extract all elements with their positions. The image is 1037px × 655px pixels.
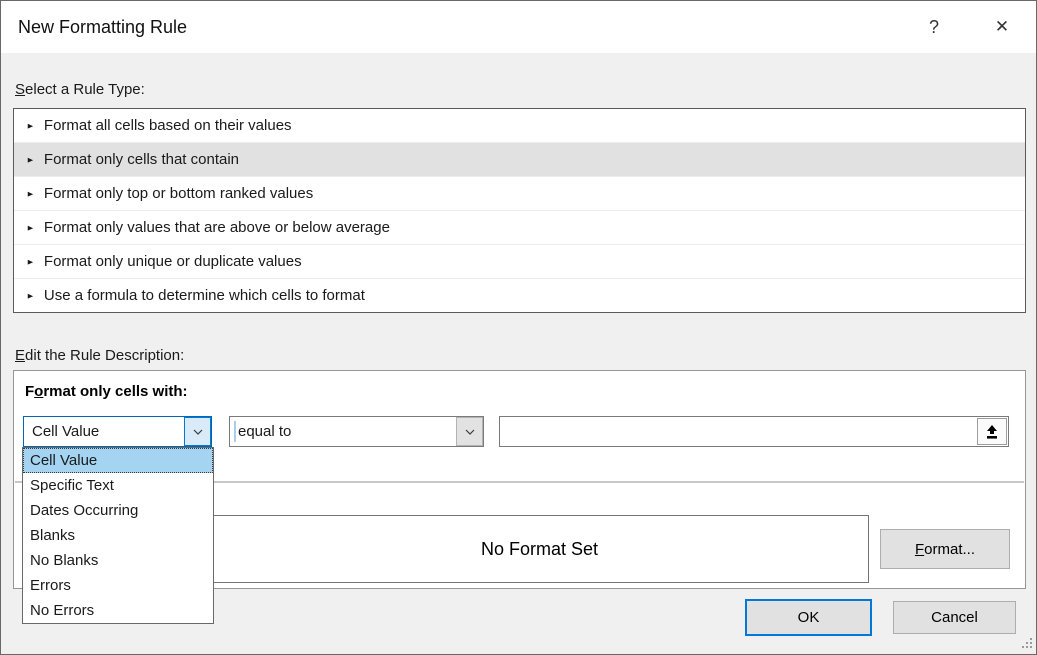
- new-formatting-rule-dialog: New Formatting Rule ? ✕ Select a Rule Ty…: [0, 0, 1037, 655]
- resize-grip-icon[interactable]: [1020, 637, 1033, 650]
- rule-type-label: Format only values that are above or bel…: [44, 219, 390, 236]
- cell-value-dropdown-value: Cell Value: [24, 423, 184, 440]
- arrow-bullet-icon: ►: [26, 223, 35, 232]
- dropdown-option[interactable]: Specific Text: [23, 473, 213, 498]
- dropdown-option-selected[interactable]: Cell Value: [23, 448, 213, 473]
- rule-type-label: Format all cells based on their values: [44, 117, 292, 134]
- dropdown-option[interactable]: No Blanks: [23, 548, 213, 573]
- rule-type-item[interactable]: ► Format only values that are above or be…: [14, 210, 1025, 244]
- rule-type-item-selected[interactable]: ► Format only cells that contain: [14, 142, 1025, 176]
- cell-value-dropdown-list: Cell Value Specific Text Dates Occurring…: [22, 447, 214, 624]
- help-icon[interactable]: ?: [912, 1, 956, 53]
- rule-type-label: Use a formula to determine which cells t…: [44, 287, 365, 304]
- operator-dropdown[interactable]: equal to: [229, 416, 484, 447]
- collapse-dialog-button[interactable]: [977, 418, 1007, 445]
- select-rule-type-label: Select a Rule Type:: [15, 81, 145, 98]
- ok-button[interactable]: OK: [745, 599, 872, 636]
- dropdown-option[interactable]: Blanks: [23, 523, 213, 548]
- format-preview-box: No Format Set: [210, 515, 869, 583]
- rule-type-item[interactable]: ► Format only unique or duplicate values: [14, 244, 1025, 278]
- arrow-bullet-icon: ►: [26, 121, 35, 130]
- rule-type-label: Format only top or bottom ranked values: [44, 185, 313, 202]
- close-icon[interactable]: ✕: [980, 1, 1024, 53]
- dialog-title: New Formatting Rule: [18, 17, 187, 38]
- dropdown-option[interactable]: Errors: [23, 573, 213, 598]
- collapse-dialog-icon: [985, 424, 999, 440]
- edit-rule-description-label: Edit the Rule Description:: [15, 347, 184, 364]
- rule-type-listbox: ►Format all cells based on their values …: [13, 108, 1026, 313]
- format-only-cells-with-label: Format only cells with:: [25, 383, 188, 400]
- chevron-down-icon[interactable]: [184, 417, 211, 446]
- operator-dropdown-value: equal to: [236, 423, 456, 440]
- dropdown-option[interactable]: Dates Occurring: [23, 498, 213, 523]
- arrow-bullet-icon: ►: [26, 257, 35, 266]
- rule-type-item[interactable]: ► Use a formula to determine which cells …: [14, 278, 1025, 312]
- rule-type-label: Format only cells that contain: [44, 151, 239, 168]
- rule-type-label: Format only unique or duplicate values: [44, 253, 302, 270]
- cancel-button[interactable]: Cancel: [893, 601, 1016, 634]
- arrow-bullet-icon: ►: [26, 155, 35, 164]
- arrow-bullet-icon: ►: [26, 189, 35, 198]
- arrow-bullet-icon: ►: [26, 291, 35, 300]
- format-button[interactable]: Format...: [880, 529, 1010, 569]
- cell-value-dropdown[interactable]: Cell Value: [23, 416, 212, 447]
- value-input[interactable]: [499, 416, 1009, 447]
- format-preview-text: No Format Set: [481, 539, 598, 560]
- dropdown-option[interactable]: No Errors: [23, 598, 213, 623]
- titlebar: New Formatting Rule ? ✕: [1, 1, 1036, 53]
- chevron-down-icon[interactable]: [456, 417, 483, 446]
- rule-type-item[interactable]: ► Format only top or bottom ranked values: [14, 176, 1025, 210]
- rule-type-item[interactable]: ► Format all cells based on their values: [14, 109, 1025, 142]
